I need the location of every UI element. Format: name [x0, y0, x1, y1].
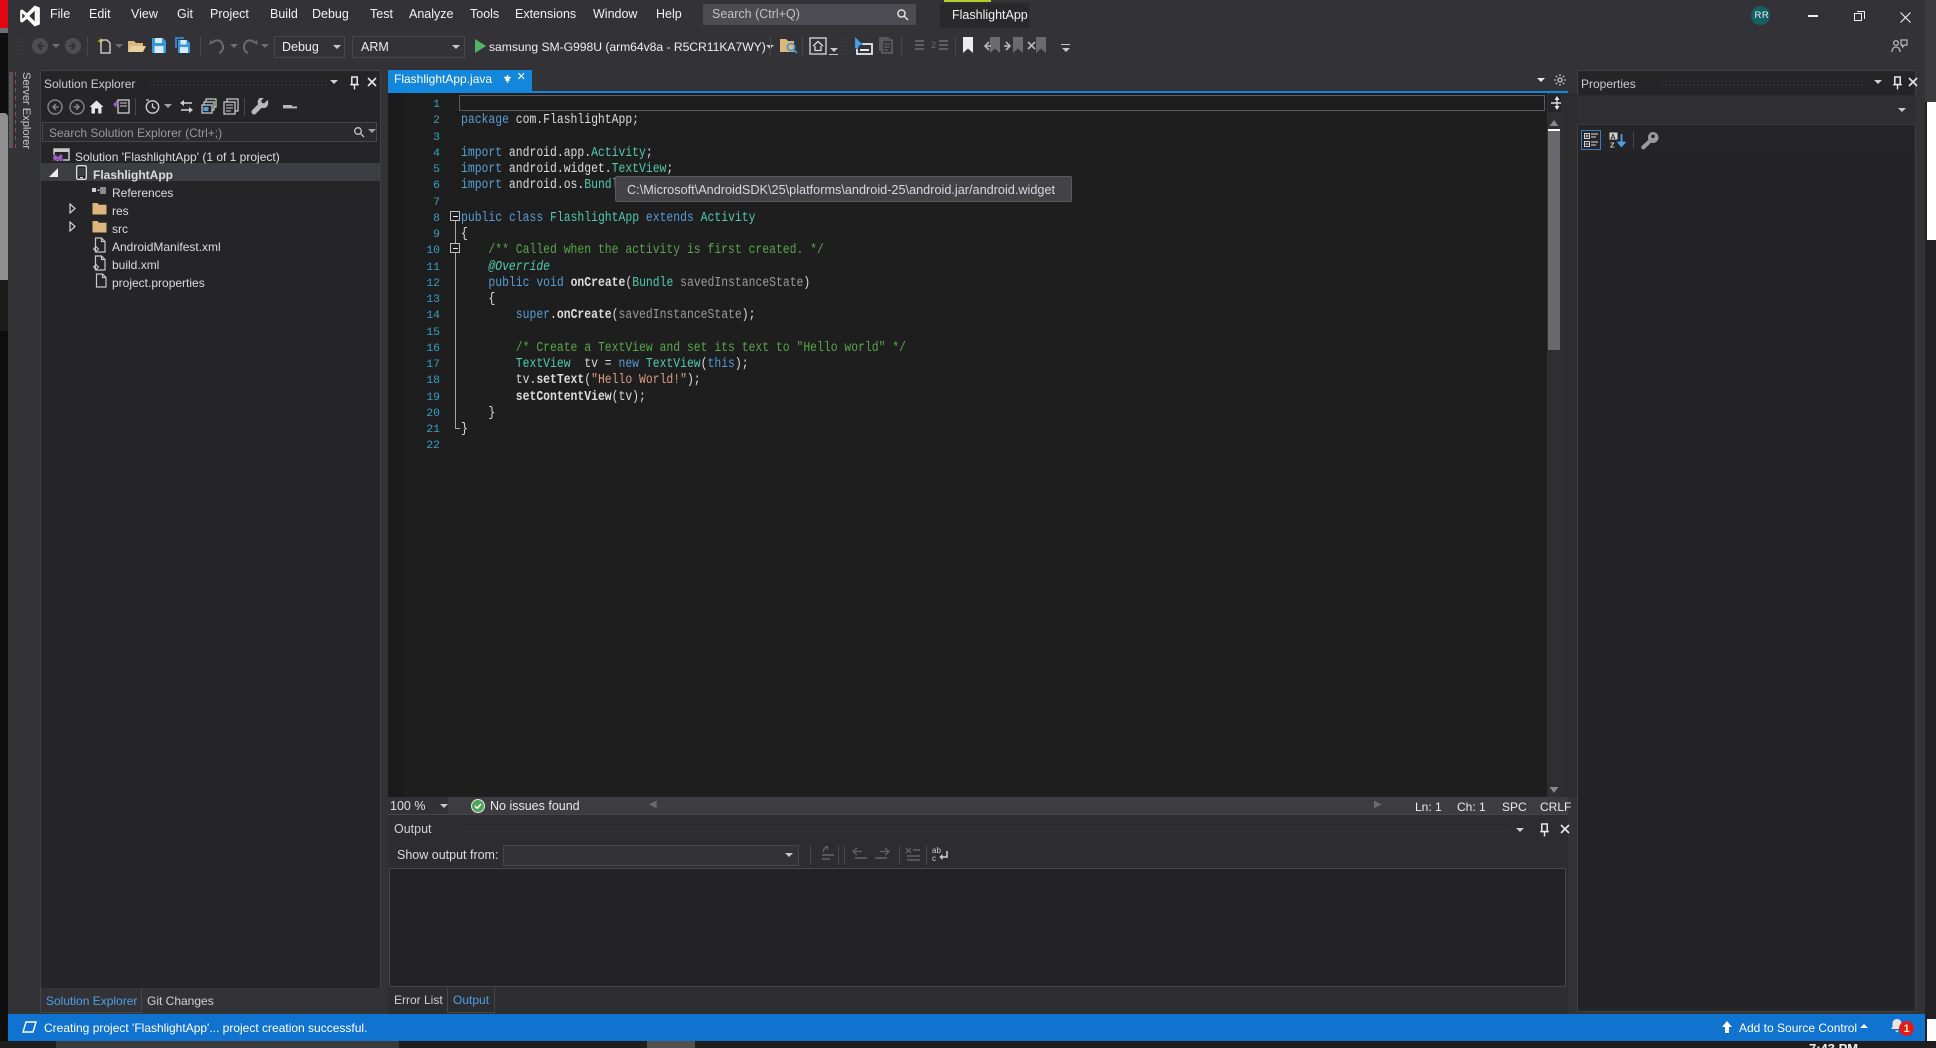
- svg-text:c: c: [932, 854, 936, 862]
- svg-text:Z: Z: [1610, 141, 1615, 149]
- svg-text:2: 2: [931, 40, 936, 50]
